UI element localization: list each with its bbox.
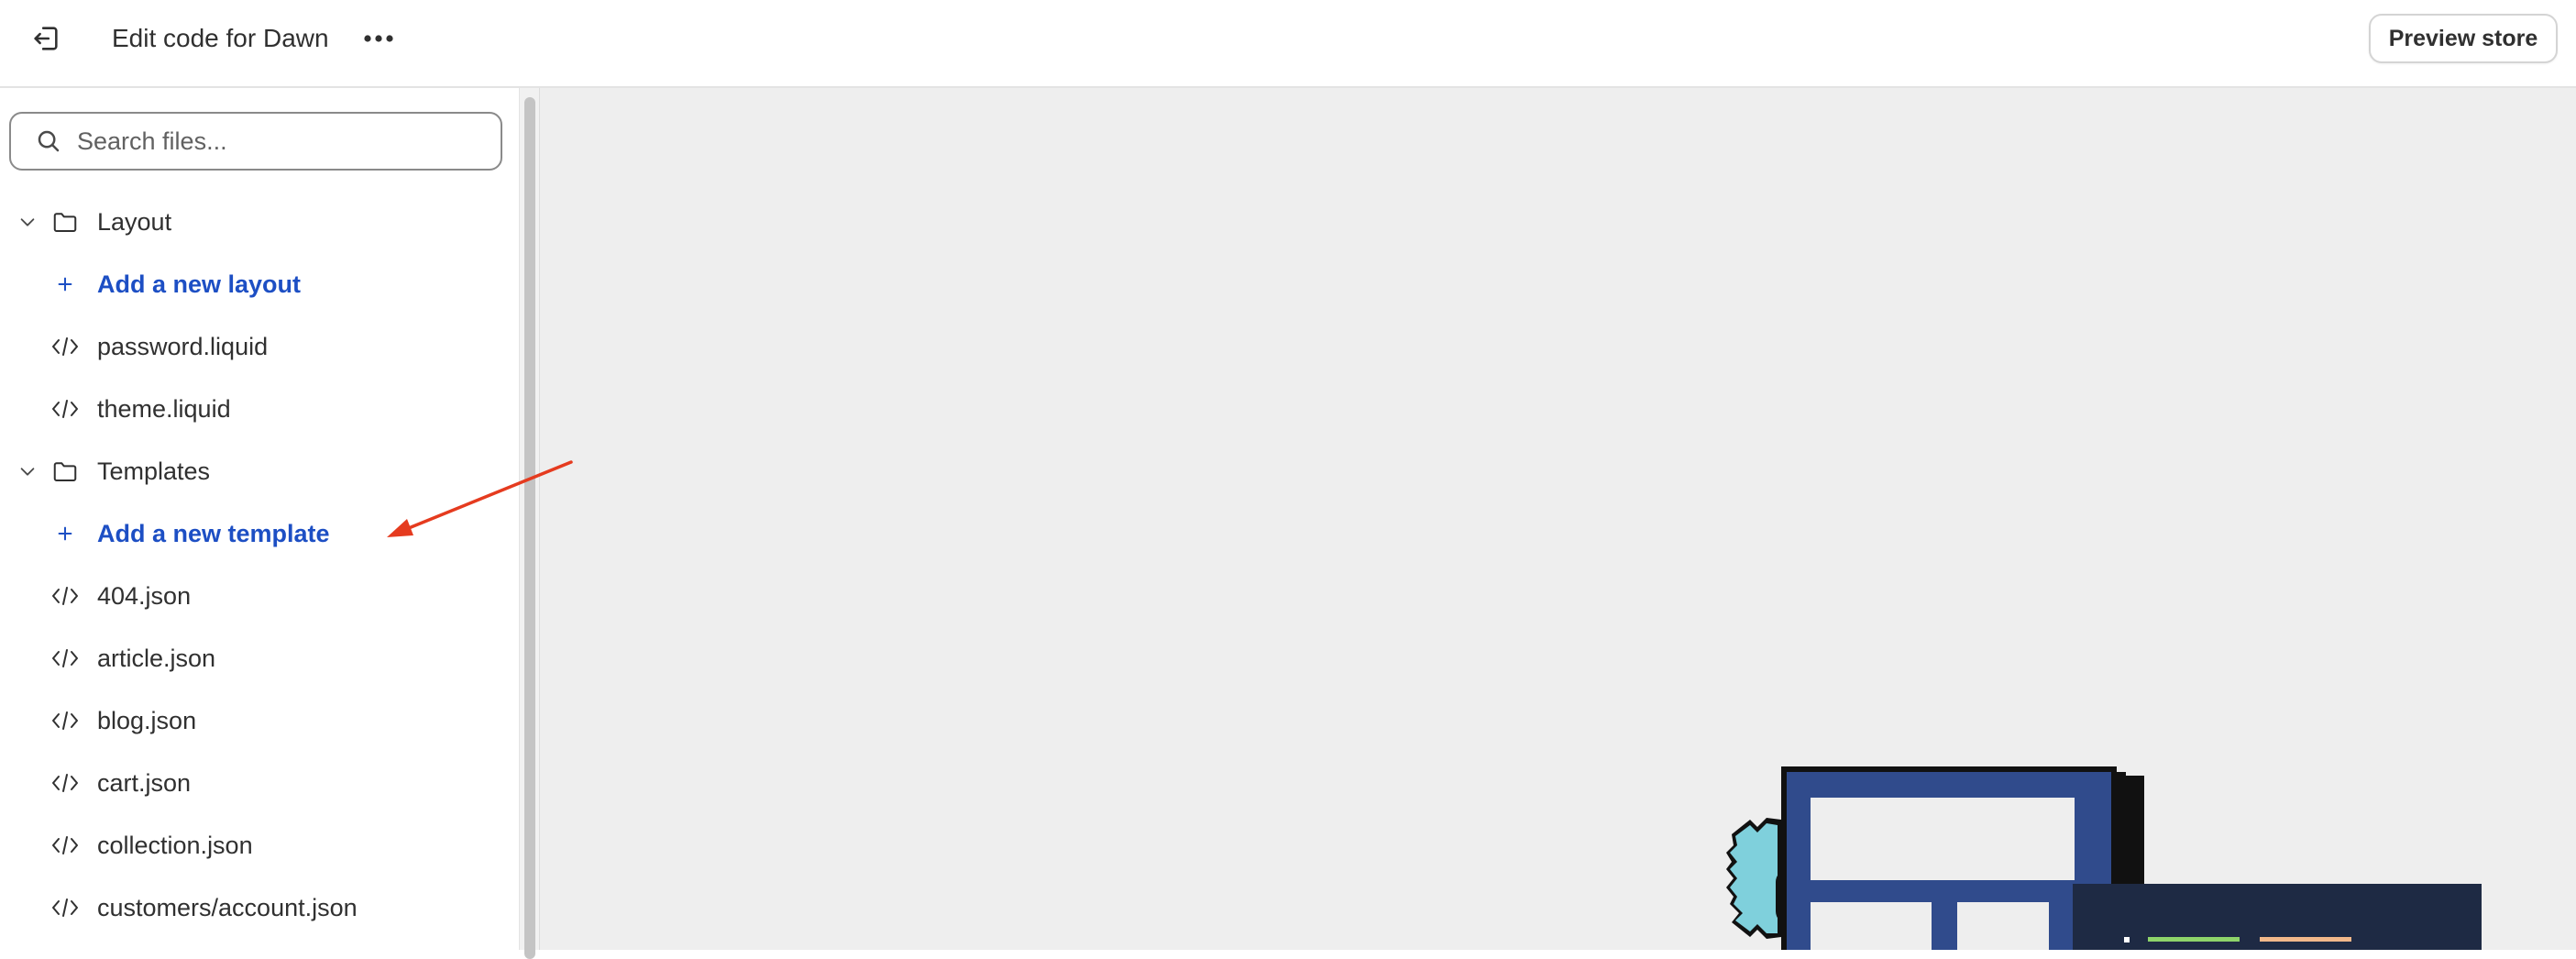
folder-templates[interactable]: Templates (0, 446, 513, 497)
plus-icon (50, 269, 81, 300)
file-item[interactable]: password.liquid (0, 321, 513, 372)
code-file-icon (50, 830, 81, 861)
add-template-link[interactable]: Add a new template (0, 508, 513, 559)
code-file-icon (50, 580, 81, 612)
chevron-down-icon (15, 458, 40, 484)
file-label: theme.liquid (97, 394, 231, 423)
chevron-down-icon (15, 209, 40, 235)
editor-area (539, 88, 2576, 950)
file-label: cart.json (97, 768, 192, 797)
file-label: collection.json (97, 831, 253, 859)
file-label: blog.json (97, 706, 197, 734)
ellipsis-icon (364, 35, 393, 42)
file-label: article.json (97, 644, 216, 672)
file-sidebar: Layout Add a new layout password.liquid … (0, 88, 519, 950)
search-box[interactable] (9, 112, 502, 171)
exit-button[interactable] (24, 18, 68, 59)
file-item[interactable]: blog.json (0, 695, 513, 746)
code-file-icon (50, 393, 81, 424)
file-label: customers/account.json (97, 893, 358, 921)
file-item[interactable]: article.json (0, 633, 513, 684)
folder-label: Layout (97, 207, 172, 236)
add-layout-label: Add a new layout (97, 270, 302, 298)
search-icon (35, 127, 62, 155)
file-item[interactable]: cart.json (0, 757, 513, 809)
window-left-pane (1811, 902, 1932, 950)
code-file-icon (50, 892, 81, 923)
plus-icon (50, 518, 81, 549)
window-right-pane (1957, 902, 2049, 950)
code-file-icon (50, 643, 81, 674)
preview-store-button[interactable]: Preview store (2369, 14, 2558, 63)
more-actions-button[interactable] (358, 18, 400, 59)
code-file-icon (50, 767, 81, 799)
scrollbar-thumb[interactable] (524, 97, 535, 959)
file-item[interactable]: 404.json (0, 570, 513, 622)
exit-icon (34, 27, 58, 50)
top-bar: Edit code for Dawn Preview store (0, 0, 2576, 88)
folder-layout[interactable]: Layout (0, 196, 513, 248)
file-item[interactable]: theme.liquid (0, 383, 513, 435)
sidebar-scrollbar[interactable] (519, 88, 539, 959)
search-input[interactable] (75, 126, 482, 157)
window-header-pane (1811, 798, 2075, 880)
file-label: 404.json (97, 581, 192, 610)
add-template-label: Add a new template (97, 519, 330, 547)
folder-icon (50, 206, 81, 237)
folder-icon (50, 456, 81, 487)
empty-editor-illustration (1726, 766, 2482, 950)
file-item[interactable]: collection.json (0, 820, 513, 871)
file-label: password.liquid (97, 332, 269, 360)
code-file-icon (50, 331, 81, 362)
add-layout-link[interactable]: Add a new layout (0, 259, 513, 310)
folder-label: Templates (97, 457, 211, 485)
page-title: Edit code for Dawn (112, 24, 329, 52)
code-file-icon (50, 705, 81, 736)
file-item[interactable]: customers/account.json (0, 882, 513, 933)
